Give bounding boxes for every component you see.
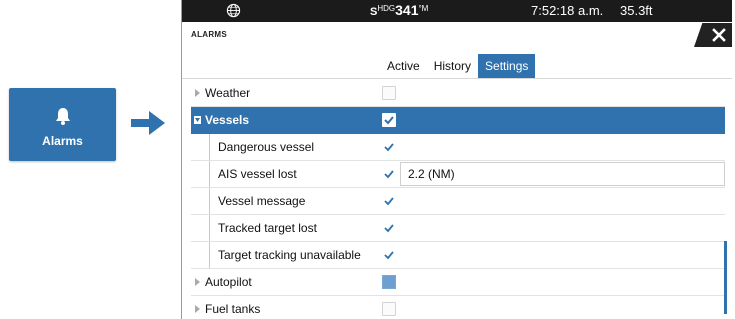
expand-arrow-icon[interactable] — [194, 89, 201, 97]
expand-arrow-icon[interactable] — [194, 305, 201, 313]
tab-settings[interactable]: Settings — [478, 54, 536, 78]
row-target-tracking-unavailable[interactable]: Target tracking unavailable — [191, 242, 725, 269]
checkmark-icon — [384, 251, 394, 260]
row-label: AIS vessel lost — [218, 167, 297, 181]
globe-icon[interactable] — [226, 3, 241, 18]
checkmark-icon — [384, 143, 394, 152]
heading-unit: °M — [418, 4, 429, 13]
checkmark-icon — [384, 170, 394, 179]
row-autopilot[interactable]: Autopilot — [191, 269, 725, 296]
row-label: Vessels — [205, 113, 250, 127]
expand-arrow-icon[interactable] — [194, 278, 201, 286]
ais-vessel-lost-checkbox[interactable] — [382, 167, 396, 181]
close-button[interactable] — [694, 23, 732, 47]
target-tracking-unavailable-checkbox[interactable] — [382, 248, 396, 262]
row-label: Autopilot — [205, 275, 252, 289]
row-label: Vessel message — [218, 194, 306, 208]
close-icon — [712, 28, 726, 42]
depth-readout: 35.3ft — [620, 3, 653, 18]
checkmark-icon — [384, 224, 394, 233]
row-fuel-tanks[interactable]: Fuel tanks — [191, 296, 725, 319]
device-screen: SHDG341°M 7:52:18 a.m. 35.3ft ALARMS Act… — [181, 0, 732, 319]
heading-small-label: HDG — [377, 4, 396, 13]
vessel-message-checkbox[interactable] — [382, 194, 396, 208]
tracked-target-lost-checkbox[interactable] — [382, 221, 396, 235]
row-dangerous-vessel[interactable]: Dangerous vessel — [191, 134, 725, 161]
window-title: ALARMS — [191, 30, 228, 39]
time-readout: 7:52:18 a.m. — [531, 3, 604, 18]
row-label: Dangerous vessel — [218, 140, 315, 154]
divider — [182, 78, 732, 79]
alarms-tile-label: Alarms — [42, 134, 83, 148]
scrollbar[interactable] — [724, 241, 727, 314]
row-weather[interactable]: Weather — [191, 80, 725, 107]
tree-line — [209, 242, 210, 268]
tree-line — [209, 161, 210, 187]
dangerous-vessel-checkbox[interactable] — [382, 140, 396, 154]
row-tracked-target-lost[interactable]: Tracked target lost — [191, 215, 725, 242]
heading-readout: SHDG341°M — [370, 2, 428, 18]
fuel-tanks-checkbox[interactable] — [382, 302, 396, 316]
status-bar: SHDG341°M 7:52:18 a.m. 35.3ft — [182, 0, 732, 22]
arrow-right-icon — [131, 111, 165, 135]
row-label: Weather — [205, 86, 251, 100]
tab-bar: Active History Settings — [380, 54, 536, 78]
row-vessels[interactable]: Vessels — [191, 107, 725, 134]
tab-active[interactable]: Active — [380, 54, 427, 78]
row-label: Tracked target lost — [218, 221, 317, 235]
row-label: Fuel tanks — [205, 302, 261, 316]
bell-icon — [56, 108, 70, 125]
row-label: Target tracking unavailable — [218, 248, 361, 262]
ais-vessel-lost-value-field[interactable]: 2.2 (NM) — [400, 162, 725, 186]
alarms-tile[interactable]: Alarms — [9, 88, 116, 161]
heading-value: 341 — [395, 2, 419, 18]
checkmark-icon — [384, 116, 394, 125]
row-ais-vessel-lost[interactable]: AIS vessel lost 2.2 (NM) — [191, 161, 725, 188]
row-vessel-message[interactable]: Vessel message — [191, 188, 725, 215]
autopilot-checkbox[interactable] — [382, 275, 396, 289]
checkmark-icon — [384, 197, 394, 206]
weather-checkbox[interactable] — [382, 86, 396, 100]
tree-line — [209, 215, 210, 241]
tree-line — [209, 188, 210, 214]
tab-history[interactable]: History — [427, 54, 478, 78]
collapse-arrow-icon[interactable] — [194, 116, 201, 124]
vessels-checkbox[interactable] — [382, 113, 396, 127]
tree-line — [209, 134, 210, 160]
